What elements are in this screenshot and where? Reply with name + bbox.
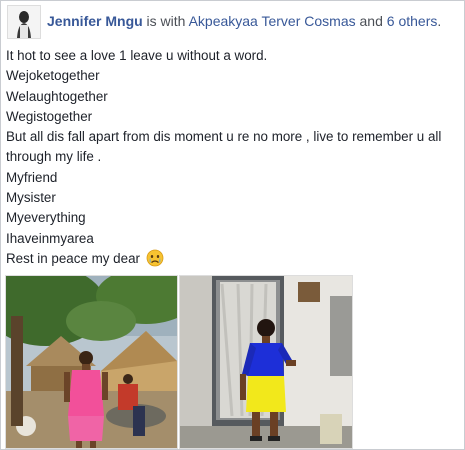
body-line: But all dis fall apart from dis moment u… <box>6 129 442 165</box>
post-photo-1[interactable] <box>5 275 178 449</box>
body-line: Wejoketogether <box>6 68 100 84</box>
author-name-link[interactable]: Jennifer Mngu <box>47 13 143 29</box>
body-line: Myeverything <box>6 210 86 226</box>
post-header: Jennifer Mngu is with Akpeakyaa Terver C… <box>7 5 457 39</box>
body-line: It hot to see a love 1 leave u without a… <box>6 48 268 63</box>
tagged-person-link[interactable]: Akpeakyaa Terver Cosmas <box>189 13 356 29</box>
photo-woman-blue-top <box>180 276 352 448</box>
avatar-image <box>8 6 40 38</box>
post-photo-2[interactable] <box>179 275 353 449</box>
body-line: Welaughtogether <box>6 88 108 104</box>
with-text: is with <box>142 13 189 29</box>
photo-woman-pink-dress <box>6 276 177 448</box>
body-line: Mysister <box>6 190 56 206</box>
post-body: It hot to see a love 1 leave u without a… <box>6 46 458 273</box>
body-line-text: Rest in peace my dear <box>6 250 140 266</box>
and-text: and <box>355 13 387 29</box>
author-avatar[interactable] <box>7 5 41 39</box>
others-link[interactable]: 6 others <box>387 13 438 29</box>
body-line: Myfriend <box>6 169 58 185</box>
post-header-text: Jennifer Mngu is with Akpeakyaa Terver C… <box>47 13 441 29</box>
crying-face-emoji-icon <box>146 249 164 273</box>
body-line-last: Rest in peace my dear <box>6 249 458 273</box>
body-line: Ihaveinmyarea <box>6 230 94 246</box>
post-card: Jennifer Mngu is with Akpeakyaa Terver C… <box>0 0 465 450</box>
body-line: Wegistogether <box>6 108 93 124</box>
period-text: . <box>437 13 442 29</box>
